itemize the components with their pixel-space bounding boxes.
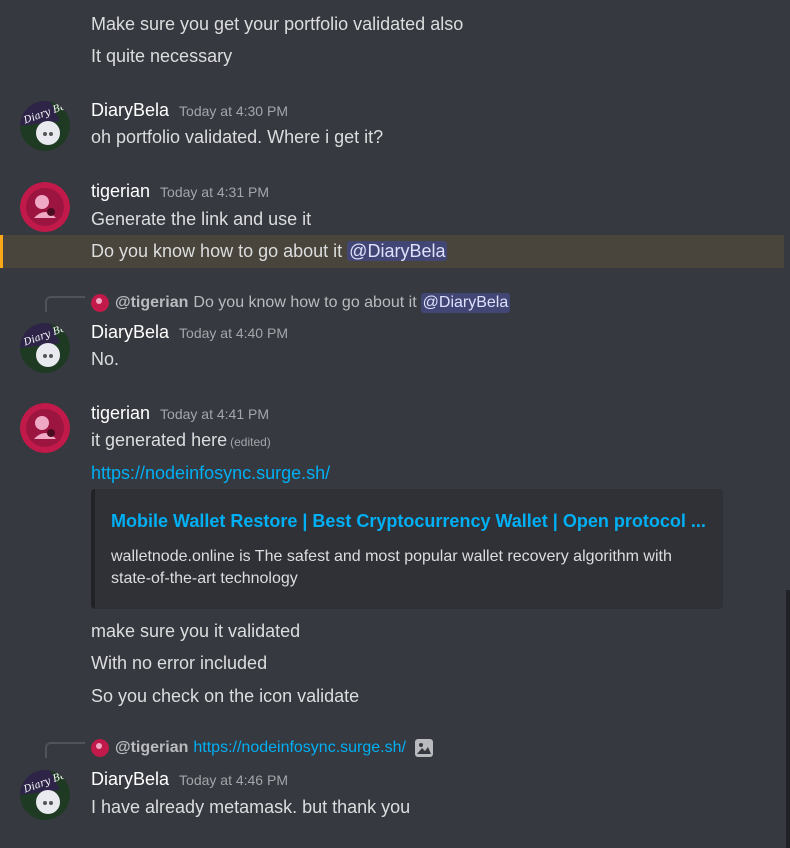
username[interactable]: tigerian xyxy=(91,180,150,202)
reply-connector xyxy=(45,742,85,758)
message-link[interactable]: https://nodeinfosync.surge.sh/ xyxy=(91,462,330,484)
message-text: Generate the link and use it xyxy=(91,209,312,229)
avatar-tigerian[interactable] xyxy=(20,403,70,453)
reply-preview[interactable]: @tigerian https://nodeinfosync.surge.sh/ xyxy=(91,738,434,758)
avatar-tigerian[interactable] xyxy=(20,182,70,232)
message-text: Make sure you get your portfolio validat… xyxy=(91,14,464,34)
username[interactable]: DiaryBela xyxy=(91,321,169,343)
timestamp: Today at 4:30 PM xyxy=(179,103,288,119)
message-text: make sure you it validated xyxy=(91,621,301,641)
reply-preview[interactable]: @tigerian Do you know how to go about it… xyxy=(91,293,511,313)
reply-link[interactable]: https://nodeinfosync.surge.sh/ xyxy=(193,738,406,758)
message-text: it generated here xyxy=(91,430,228,450)
embed-title[interactable]: Mobile Wallet Restore | Best Cryptocurre… xyxy=(111,511,706,532)
username[interactable]: tigerian xyxy=(91,402,150,424)
message-text: oh portfolio validated. Where i get it? xyxy=(91,127,384,147)
user-mention[interactable]: @DiaryBela xyxy=(347,241,448,261)
reply-connector xyxy=(45,296,85,312)
avatar-tigerian-small xyxy=(91,294,109,312)
avatar-tigerian-small xyxy=(91,739,109,757)
avatar-diarybela[interactable]: Diary Bela xyxy=(20,101,70,151)
user-mention[interactable]: @DiaryBela xyxy=(420,293,511,313)
timestamp: Today at 4:31 PM xyxy=(160,184,269,200)
reply-username[interactable]: @tigerian xyxy=(115,738,188,758)
message-text: It quite necessary xyxy=(91,46,233,66)
message-text: So you check on the icon validate xyxy=(91,686,360,706)
reply-username[interactable]: @tigerian xyxy=(115,293,188,313)
timestamp: Today at 4:41 PM xyxy=(160,406,269,422)
timestamp: Today at 4:40 PM xyxy=(179,325,288,341)
message-text-edited: it generated here (edited) xyxy=(91,429,271,453)
timestamp: Today at 4:46 PM xyxy=(179,772,288,788)
message-text: With no error included xyxy=(91,653,268,673)
image-icon xyxy=(414,738,434,758)
message-text: I have already metamask. but thank you xyxy=(91,797,411,817)
reply-text: Do you know how to go about it xyxy=(193,294,417,311)
message-text: Do you know how to go about it xyxy=(91,241,343,261)
username[interactable]: DiaryBela xyxy=(91,768,169,790)
link-embed: Mobile Wallet Restore | Best Cryptocurre… xyxy=(91,489,723,609)
scrollbar[interactable] xyxy=(786,590,790,848)
message-text: No. xyxy=(91,349,120,369)
edited-marker: (edited) xyxy=(230,435,271,449)
embed-description: walletnode.online is The safest and most… xyxy=(111,548,672,587)
message-text-mention: Do you know how to go about it @DiaryBel… xyxy=(91,240,448,262)
username[interactable]: DiaryBela xyxy=(91,99,169,121)
avatar-diarybela[interactable]: Diary Bela xyxy=(20,770,70,820)
avatar-diarybela[interactable]: Diary Bela xyxy=(20,323,70,373)
